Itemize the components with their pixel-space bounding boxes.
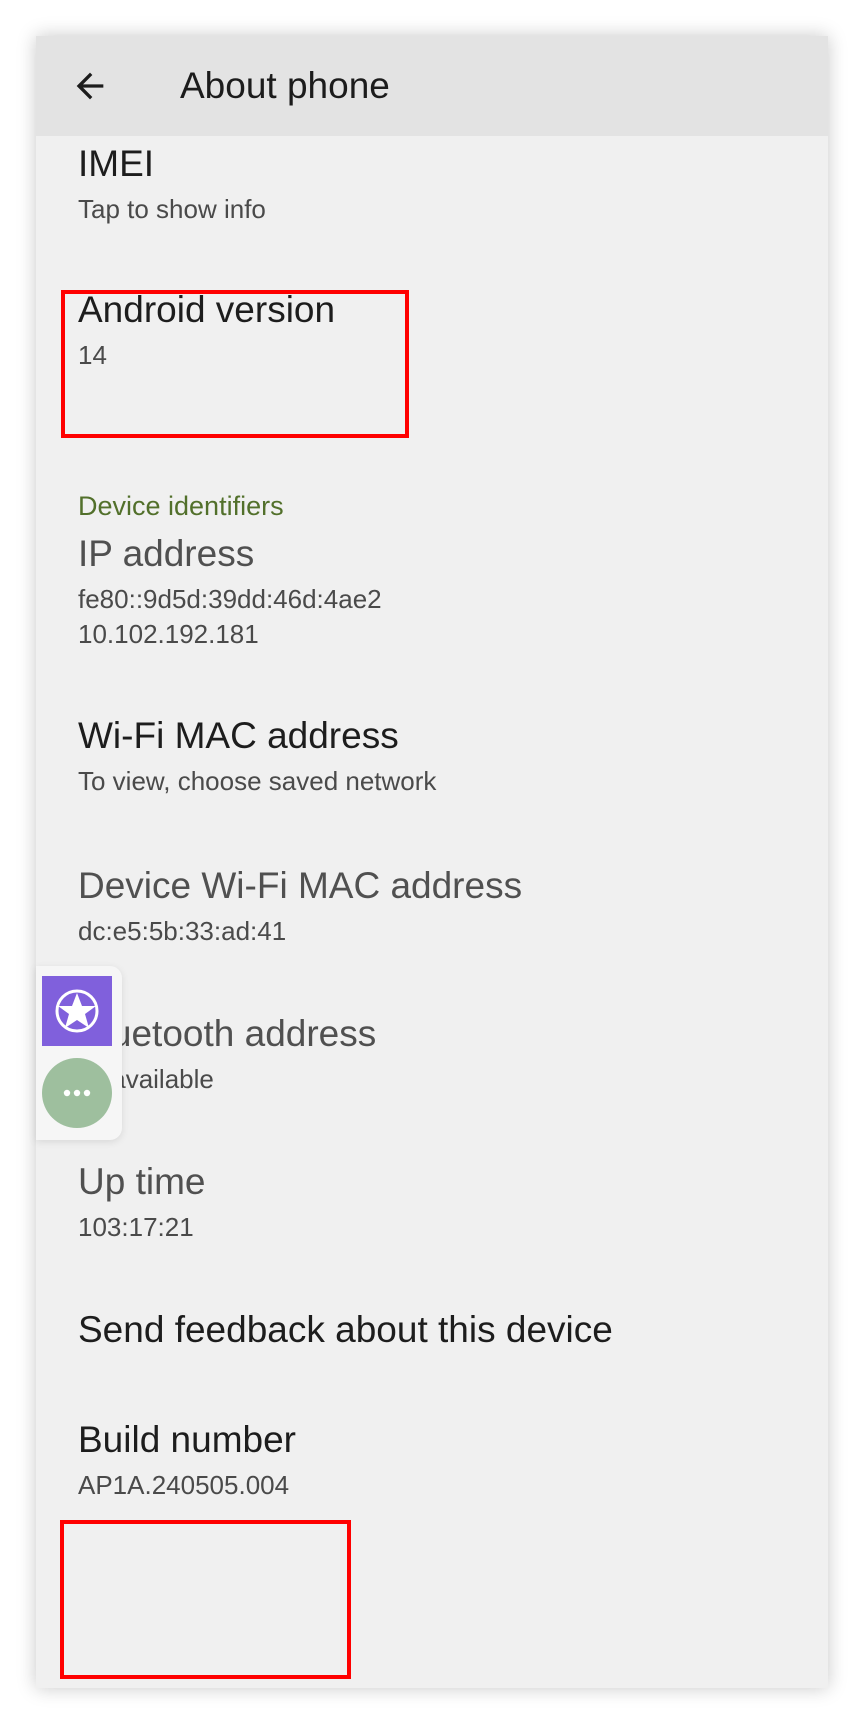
- floating-more-button[interactable]: [42, 1058, 112, 1128]
- bluetooth-address-value: Unavailable: [78, 1064, 214, 1094]
- back-button[interactable]: [62, 58, 118, 114]
- bluetooth-address-title: Bluetooth address: [78, 1013, 377, 1054]
- app-bar: About phone: [36, 36, 828, 136]
- wifi-mac-item[interactable]: Wi-Fi MAC address To view, choose saved …: [78, 712, 436, 799]
- ip-address-ipv4: 10.102.192.181: [78, 619, 259, 649]
- imei-item[interactable]: IMEI Tap to show info: [78, 140, 266, 227]
- build-number-item[interactable]: Build number AP1A.240505.004: [78, 1416, 296, 1503]
- up-time-value: 103:17:21: [78, 1212, 194, 1242]
- floating-star-button[interactable]: [42, 976, 112, 1046]
- ip-address-title: IP address: [78, 533, 255, 574]
- wifi-mac-summary: To view, choose saved network: [78, 766, 437, 796]
- send-feedback-item[interactable]: Send feedback about this device: [78, 1306, 613, 1354]
- highlight-box-build-number: [60, 1520, 351, 1679]
- up-time-title: Up time: [78, 1161, 206, 1202]
- arrow-back-icon: [76, 72, 104, 100]
- device-wifi-mac-item: Device Wi-Fi MAC address dc:e5:5b:33:ad:…: [78, 862, 522, 949]
- build-number-value: AP1A.240505.004: [78, 1470, 290, 1500]
- build-number-title: Build number: [78, 1419, 297, 1460]
- imei-title: IMEI: [78, 143, 155, 184]
- device-wifi-mac-value: dc:e5:5b:33:ad:41: [78, 916, 287, 946]
- page-title: About phone: [180, 65, 390, 106]
- section-header-device-identifiers: Device identifiers: [78, 491, 284, 521]
- ip-address-ipv6: fe80::9d5d:39dd:46d:4ae2: [78, 584, 382, 614]
- phone-screen: About phone IMEI Tap to show info Androi…: [36, 36, 828, 1688]
- ip-address-item: IP address fe80::9d5d:39dd:46d:4ae2 10.1…: [78, 530, 382, 652]
- send-feedback-title: Send feedback about this device: [78, 1309, 613, 1350]
- bluetooth-address-item: Bluetooth address Unavailable: [78, 1010, 376, 1097]
- device-wifi-mac-title: Device Wi-Fi MAC address: [78, 865, 523, 906]
- up-time-item: Up time 103:17:21: [78, 1158, 205, 1245]
- more-horiz-icon: [63, 1089, 91, 1097]
- star-icon: [55, 989, 99, 1033]
- imei-summary: Tap to show info: [78, 194, 266, 224]
- wifi-mac-title: Wi-Fi MAC address: [78, 715, 399, 756]
- highlight-box-android-version: [61, 290, 409, 438]
